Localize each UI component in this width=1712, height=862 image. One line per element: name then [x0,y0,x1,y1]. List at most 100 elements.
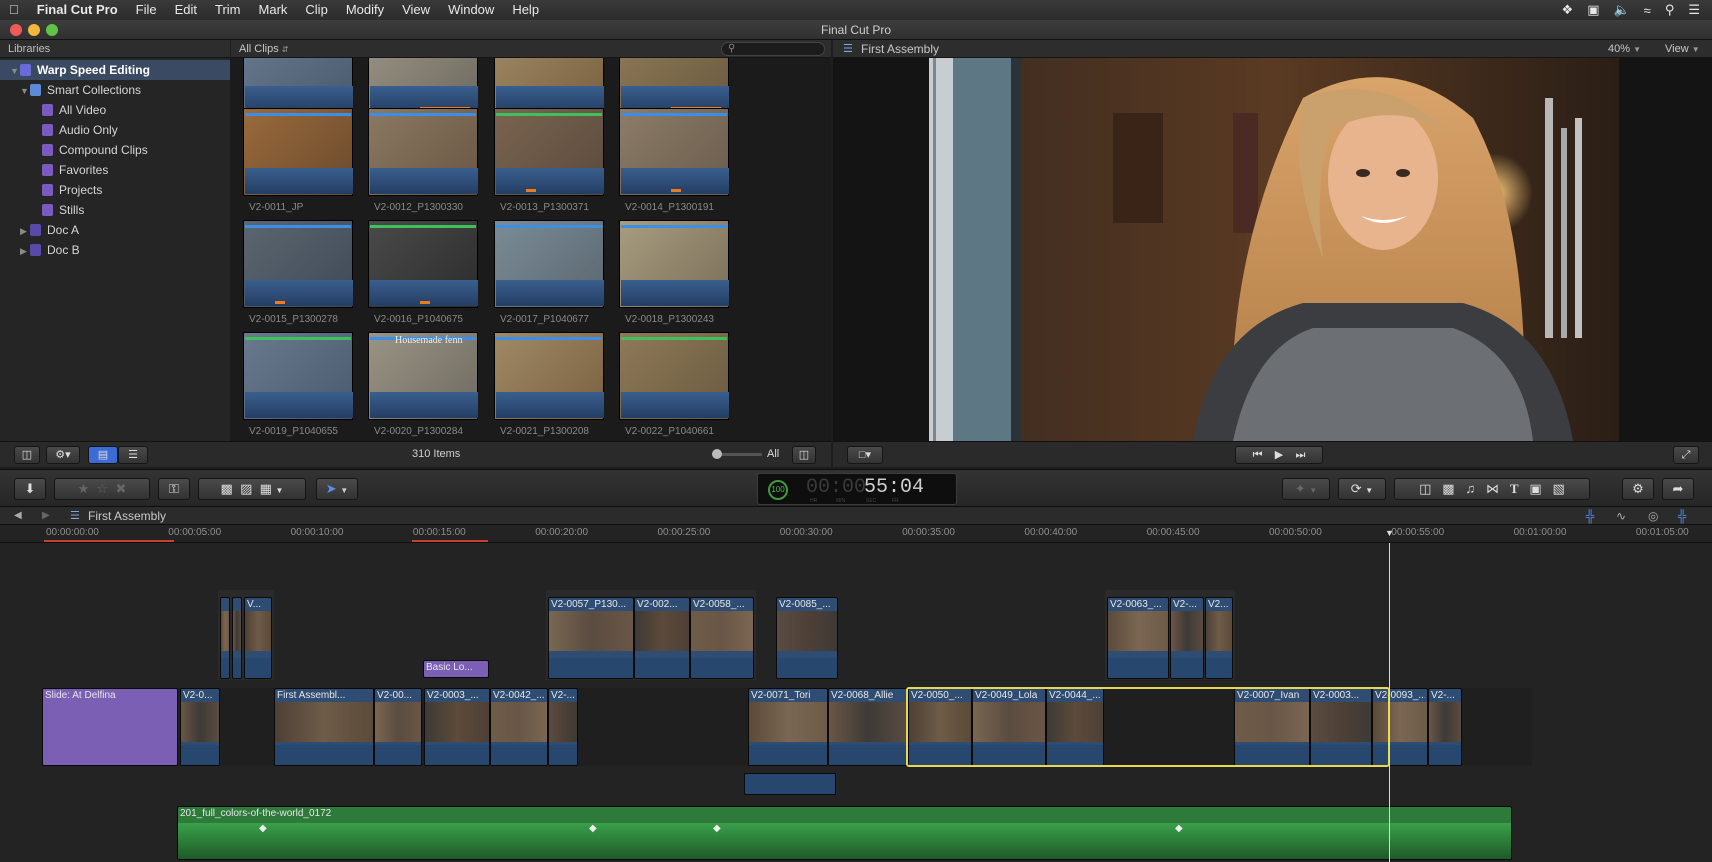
themes-browser-icon[interactable]: ▧ [1553,481,1565,496]
menu-modify[interactable]: Modify [337,0,393,20]
snapping-icon[interactable]: ╬ [1678,507,1687,525]
browser-clip[interactable]: V2-0013_P1300371 [494,108,604,213]
browser-clip[interactable]: V2-0011_JP [243,108,353,213]
connected-clip[interactable]: V2... [1205,597,1233,679]
duration-all-label[interactable]: All [767,448,779,460]
keyword-editor-button[interactable]: ⚿ [158,478,190,500]
menu-help[interactable]: Help [503,0,548,20]
storyline-clip[interactable]: V2-0068_Allie [828,688,908,766]
volume-keyframe-icon[interactable]: ◆ [259,823,267,834]
storyline-clip[interactable]: V2-0050_... [908,688,972,766]
fullscreen-button[interactable]: ⤢ [1673,446,1699,464]
storyline-clip[interactable]: V2-0093_... [1372,688,1428,766]
volume-keyframe-icon[interactable]: ◆ [713,823,721,834]
forward-arrow-icon[interactable]: ▶ [42,507,50,525]
clip-filter-dropdown[interactable]: All Clips ⇵ [239,40,289,59]
zoom-window-button[interactable] [46,24,58,36]
apple-menu-icon[interactable]:  [0,0,28,20]
minimize-window-button[interactable] [28,24,40,36]
title-slide-clip[interactable]: Slide: At Delfina [42,688,178,766]
storyline-clip[interactable]: V2-... [1428,688,1462,766]
menu-view[interactable]: View [393,0,439,20]
menu-mark[interactable]: Mark [250,0,297,20]
browser-clip[interactable]: V2-0009_Paul [494,58,604,131]
menu-app[interactable]: Final Cut Pro [28,0,127,20]
browser-clip[interactable]: Housemade fenn V2-0020_P1300284 [368,332,478,437]
favorite-star-icon[interactable]: ★ [78,481,90,496]
solo-icon[interactable]: ◎ [1648,507,1658,525]
sidebar-item-audio-only[interactable]: Audio Only [0,120,230,140]
inspector-button[interactable]: ⚙ [1622,478,1654,500]
insert-clip-icon[interactable]: ▨ [240,481,252,496]
sidebar-item-all-video[interactable]: All Video [0,100,230,120]
previous-edit-button[interactable]: ⏮ [1253,449,1263,461]
connected-clip[interactable]: V2-002... [634,597,690,679]
connect-clip-icon[interactable]: ▩ [221,481,233,496]
library-toggle-button[interactable]: ◫ [14,446,40,464]
screen-icon[interactable]: ▣ [1587,2,1599,18]
skimming-icon[interactable]: ╬ [1586,507,1595,525]
viewer[interactable] [833,58,1712,441]
wifi-icon[interactable]: ≈ [1644,3,1651,18]
sidebar-item-warp-speed-editing[interactable]: ▼ Warp Speed Editing [0,60,230,80]
background-task-percent[interactable]: 100 [768,480,788,500]
browser-search-input[interactable]: ⚲ [721,42,825,56]
playhead[interactable] [1389,543,1390,862]
playhead-marker-icon[interactable]: ▼ [1385,528,1394,538]
music-audio-clip[interactable]: 201_full_colors-of-the-world_0172 ◆ ◆ ◆ ◆ [177,806,1512,860]
connected-clip[interactable]: V2-0085_... [776,597,838,679]
sidebar-item-projects[interactable]: Projects [0,180,230,200]
storyline-clip[interactable]: V2-0049_Lola [972,688,1046,766]
disclosure-triangle-icon[interactable]: ▼ [20,81,30,101]
titles-browser-icon[interactable]: T [1510,481,1519,496]
filmstrip-view-button[interactable]: ▤ [88,446,118,464]
browser-clip[interactable]: V2-0019_P1040655 [243,332,353,437]
timeline-ruler[interactable]: 00:00:00:00 00:00:05:00 00:00:10:00 00:00:1… [0,525,1712,543]
storyline-clip[interactable]: First Assembl... [274,688,374,766]
connected-clip[interactable]: V2-... [1170,597,1204,679]
sidebar-item-smart-collections[interactable]: ▼ Smart Collections [0,80,230,100]
spotlight-search-icon[interactable]: ⚲ [1665,2,1675,18]
connected-clip[interactable]: V2-0058_... [690,597,754,679]
generators-browser-icon[interactable]: ▣ [1529,481,1541,496]
menu-clip[interactable]: Clip [296,0,336,20]
audio-skimming-icon[interactable]: ∿ [1616,507,1626,525]
effects-browser-icon[interactable]: ◫ [1419,481,1431,496]
browser-clip[interactable]: V2-0021_P1300208 [494,332,604,437]
retime-button[interactable]: ⟳ ▼ [1338,478,1386,500]
sidebar-item-compound-clips[interactable]: Compound Clips [0,140,230,160]
play-button[interactable]: ▶ [1275,449,1283,461]
transitions-browser-icon[interactable]: ⋈ [1486,481,1499,496]
title-clip[interactable]: Basic Lo... [423,660,489,678]
storyline-clip[interactable]: V2-0003_... [424,688,490,766]
browser-clip[interactable]: V2-0010_Carlos [619,58,729,131]
sidebar-item-doc-a[interactable]: ▶ Doc A [0,220,230,240]
filmstrip-settings-button[interactable]: ◫ [792,446,816,464]
storyline-clip[interactable]: V2-... [548,688,578,766]
browser-clip[interactable]: V2-0018_P1300243 [619,220,729,325]
back-arrow-icon[interactable]: ◀ [14,507,22,525]
connected-clip[interactable]: V... [244,597,272,679]
transform-menu-button[interactable]: □▾ [847,446,883,464]
action-menu-button[interactable]: ⚙▾ [46,446,80,464]
close-window-button[interactable] [10,24,22,36]
browser-clip[interactable]: V2-0006_Brandon [243,58,353,131]
browser-clip[interactable]: V2-0007_Ivan [368,58,478,131]
unrate-star-icon[interactable]: ☆ [97,481,109,496]
browser-clip[interactable]: V2-0015_P1300278 [243,220,353,325]
volume-icon[interactable]: 🔈 [1613,2,1629,18]
storyline-clip[interactable]: V2-0007_Ivan [1234,688,1310,766]
photos-browser-icon[interactable]: ▩ [1442,481,1454,496]
chevron-down-icon[interactable]: ▼ [276,486,284,495]
reject-x-icon[interactable]: ✖ [115,481,126,496]
storyline-clip[interactable]: V2-0071_Tori [748,688,828,766]
append-clip-icon[interactable]: ▦ [260,481,272,496]
detached-audio-clip[interactable] [744,773,836,795]
zoom-level-dropdown[interactable]: 40% ▼ [1608,40,1641,59]
connected-clip[interactable] [232,597,242,679]
enhancements-button[interactable]: ✦ ▼ [1282,478,1330,500]
browser-clip[interactable]: V2-0022_P1040661 [619,332,729,437]
sidebar-item-favorites[interactable]: Favorites [0,160,230,180]
view-options-dropdown[interactable]: View ▼ [1665,40,1700,59]
disclosure-triangle-icon[interactable]: ▶ [20,241,30,261]
